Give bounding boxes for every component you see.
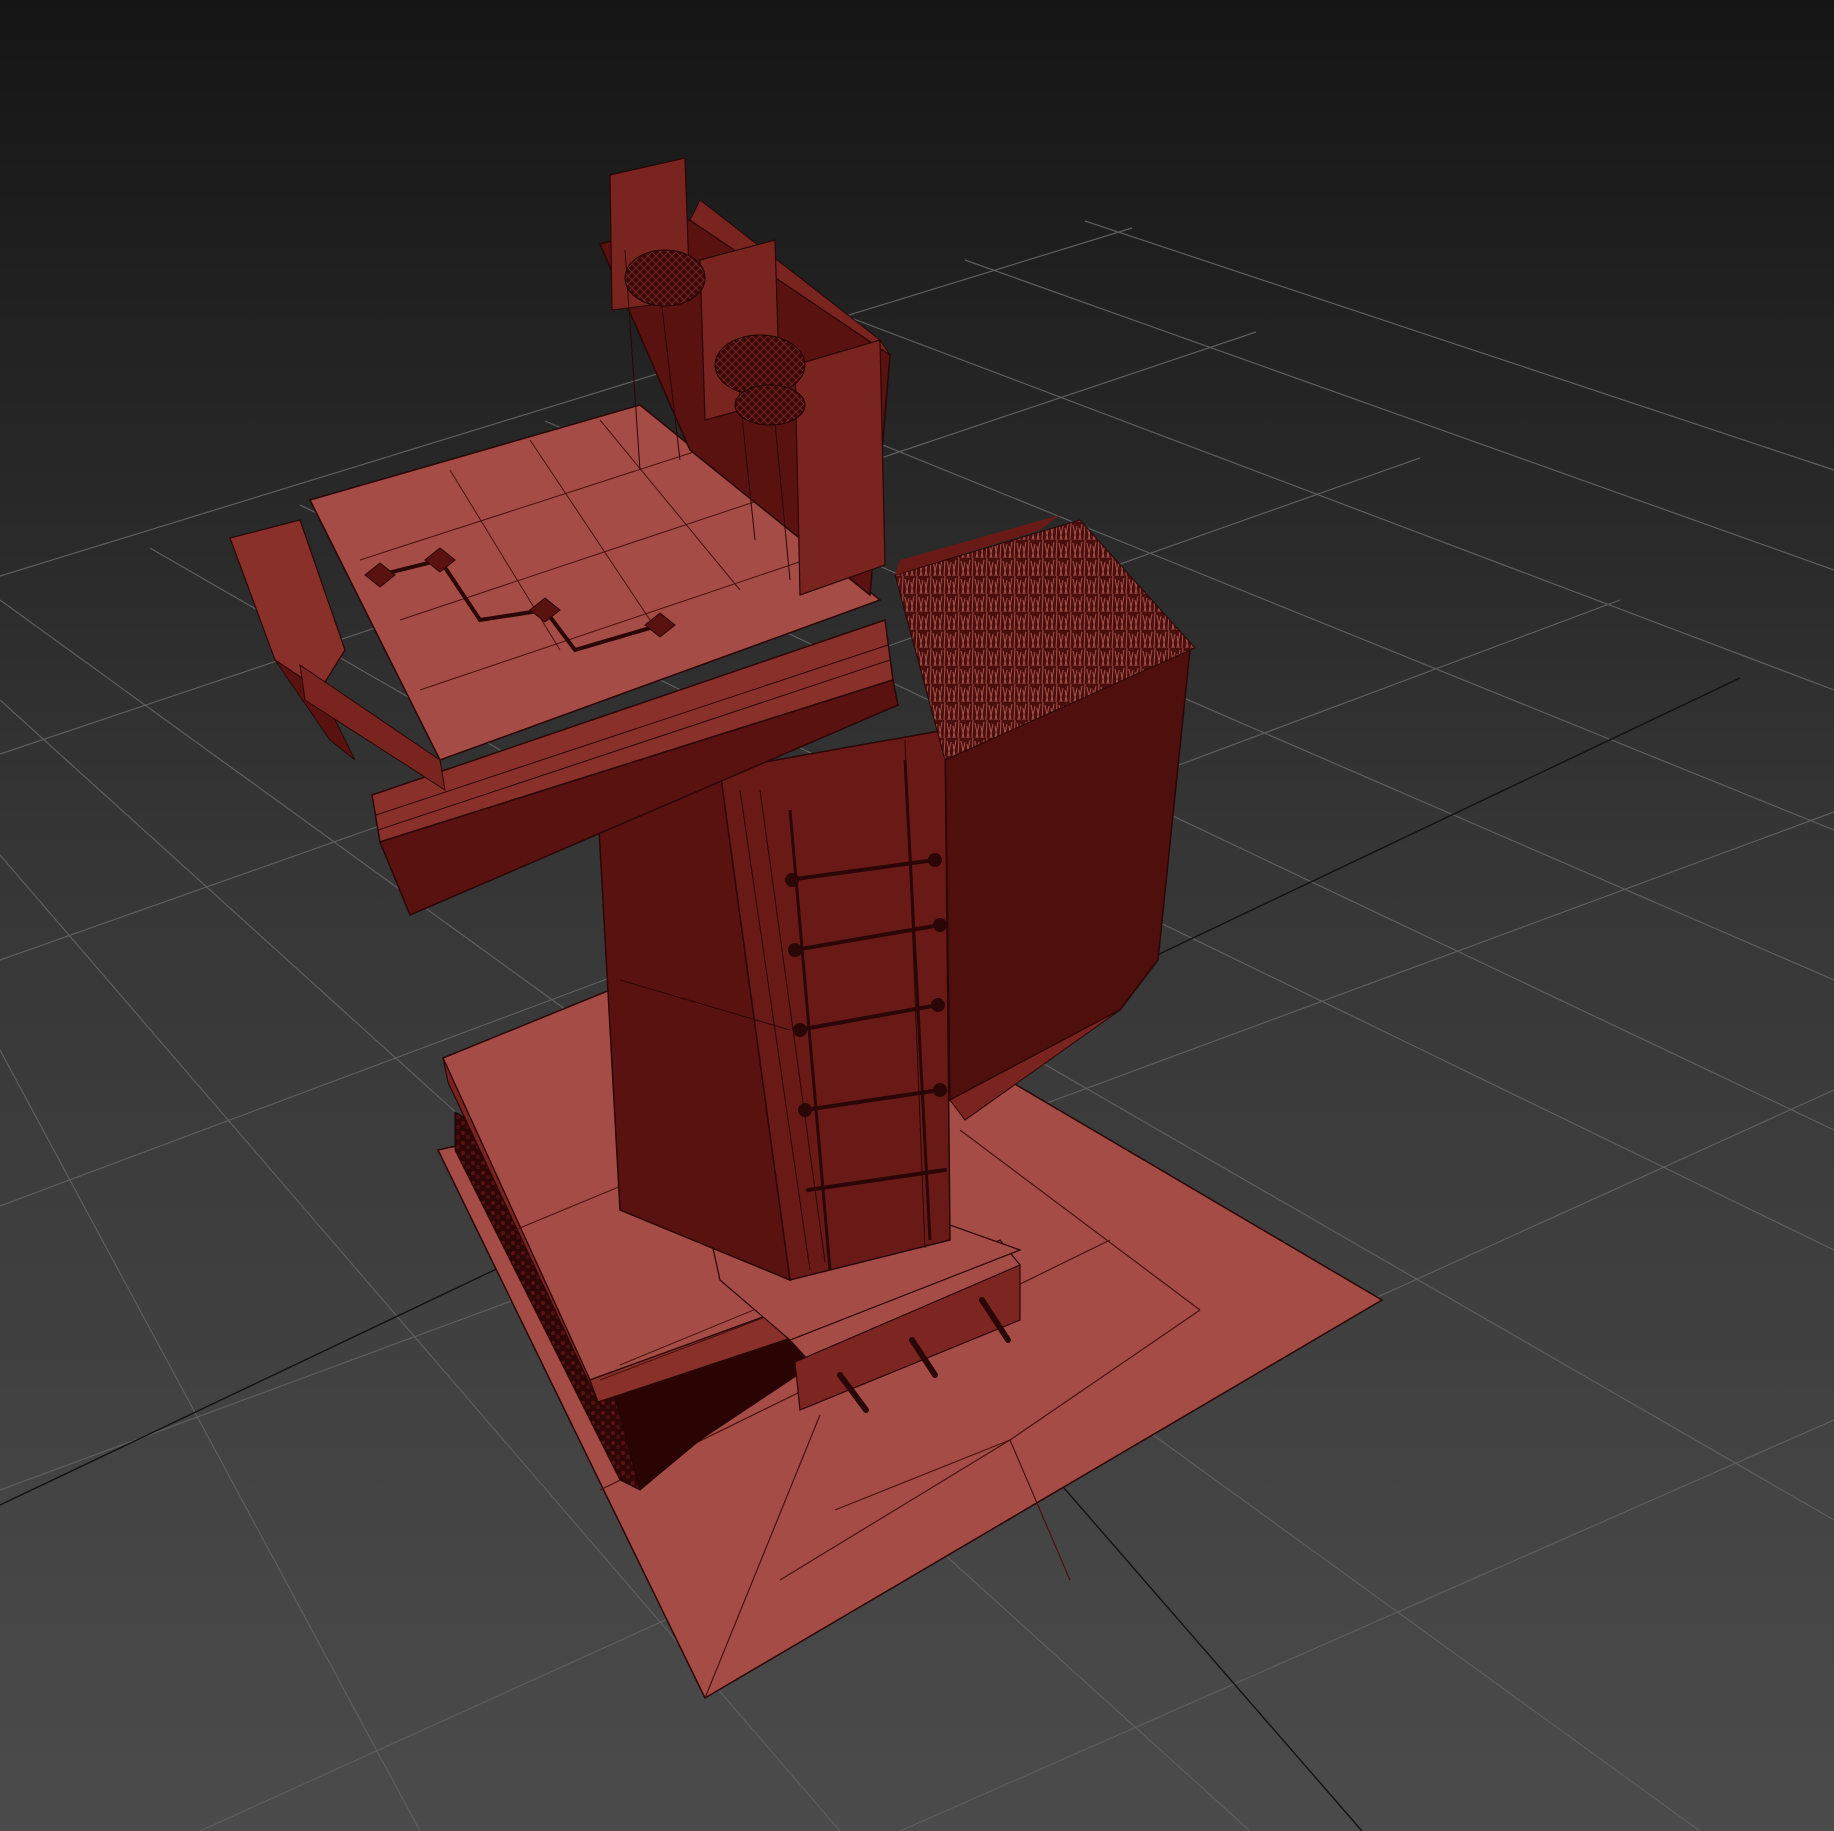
viewport-3d[interactable] [0, 0, 1834, 1831]
viewport-canvas[interactable] [0, 0, 1834, 1831]
